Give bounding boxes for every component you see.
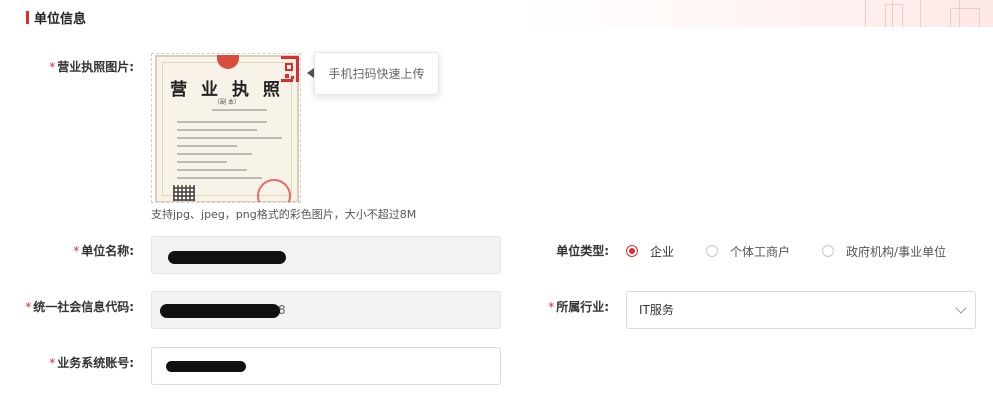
radio-unchecked-icon (706, 245, 719, 257)
industry-select[interactable]: IT服务 (626, 291, 976, 329)
industry-label: * 所属行业: (548, 300, 609, 314)
industry-selected-value: IT服务 (639, 303, 674, 317)
radio-individual-business[interactable]: 个体工商户 (706, 243, 790, 260)
chevron-down-icon (955, 302, 967, 314)
account-label: * 业务系统账号: (49, 356, 134, 370)
credit-code-label: * 统一社会信息代码: (25, 300, 134, 314)
license-upload-area[interactable]: 营 业 执 照 （副 本） (151, 53, 301, 203)
radio-enterprise[interactable]: 企业 (626, 243, 674, 260)
scan-upload-tooltip: 手机扫码快速上传 (314, 52, 439, 95)
redacted-text (160, 304, 280, 318)
section-title-bar (26, 10, 29, 24)
section-title-text: 单位信息 (34, 11, 87, 27)
redacted-text (166, 361, 246, 372)
radio-government[interactable]: 政府机构/事业单位 (822, 243, 946, 260)
company-name-label: * 单位名称: (73, 244, 134, 258)
redacted-text (168, 251, 286, 264)
header-decoration (520, 0, 993, 27)
license-image-preview: 营 业 执 照 （副 本） (155, 55, 299, 202)
upload-hint: 支持jpg、jpeg，png格式的彩色图片，大小不超过8M (151, 208, 417, 221)
account-input[interactable] (151, 347, 501, 385)
radio-unchecked-icon (822, 245, 835, 257)
company-name-field[interactable] (151, 236, 501, 274)
tooltip-arrow-icon (307, 68, 314, 78)
license-image-label: * 营业执照图片: (49, 60, 134, 74)
license-qr-icon (173, 185, 195, 201)
company-type-radio-group: 企业 个体工商户 政府机构/事业单位 (626, 242, 978, 260)
license-subtitle: （副 本） (214, 99, 240, 106)
radio-checked-icon (626, 245, 638, 257)
section-title: 单位信息 (26, 8, 87, 27)
credit-code-field[interactable]: 8 (151, 291, 501, 329)
qr-code-icon[interactable] (281, 56, 299, 82)
company-type-label: 单位类型: (556, 244, 609, 258)
